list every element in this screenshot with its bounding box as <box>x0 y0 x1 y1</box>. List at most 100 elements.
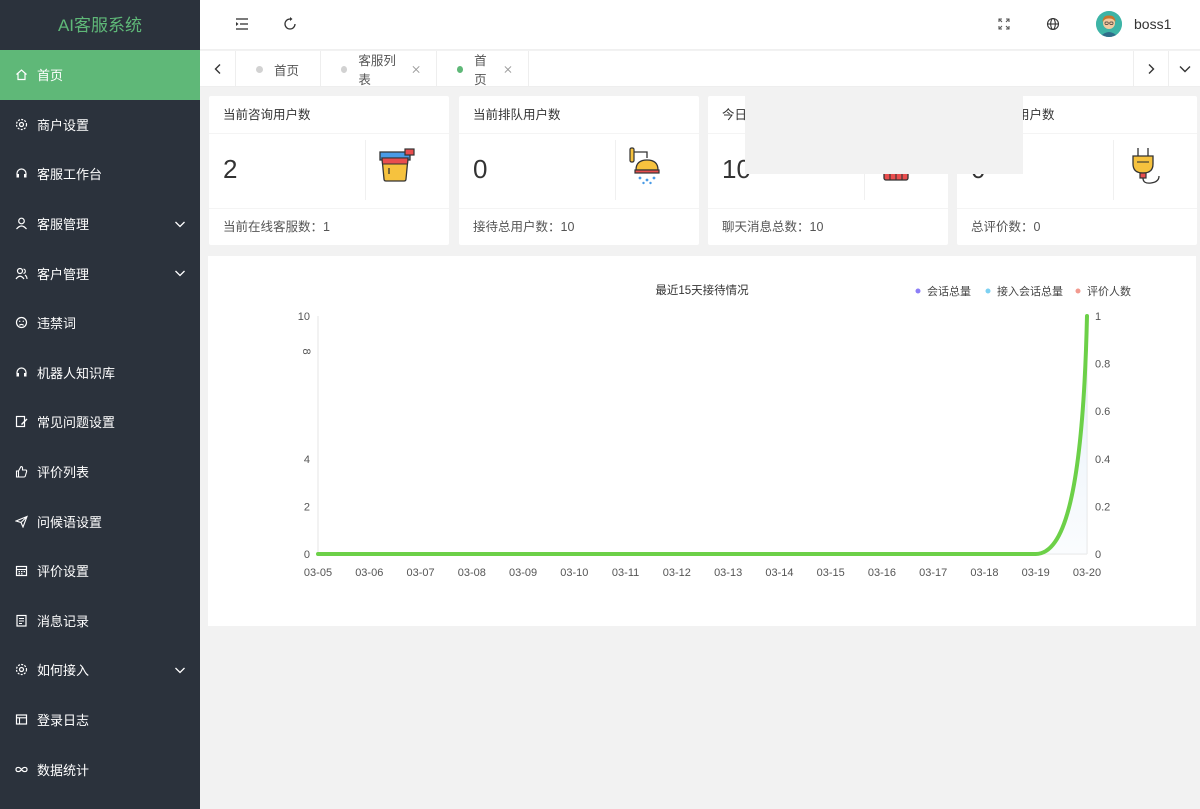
send-icon <box>14 514 28 528</box>
tab-service-list[interactable]: 客服列表 <box>321 51 437 87</box>
x-tick-label: 03-13 <box>714 567 742 579</box>
y-tick-label-left: 2 <box>304 501 310 513</box>
x-tick-label: 03-09 <box>509 567 537 579</box>
card-title: 当前排队用户数 <box>459 96 699 134</box>
chart-title: 最近15天接待情况 <box>655 283 749 297</box>
tab-home-active[interactable]: 首页 <box>437 51 529 87</box>
sidebar-item-label: 客户管理 <box>37 266 90 282</box>
chevron-down-icon <box>175 667 185 674</box>
sidebar-item-8[interactable]: 评价列表 <box>0 447 200 497</box>
close-icon[interactable] <box>412 65 420 74</box>
y-tick-label-left: 0 <box>304 549 310 561</box>
sidebar-menu: 首页 商户设置客服工作台客服管理客户管理违禁词 机器人知识库常见问题设置评价列表问候… <box>0 50 200 794</box>
y-tick-label-right: 0 <box>1095 549 1101 561</box>
chart-panel: 最近15天接待情况 会话总量 接入会话总量 评价人数 10 8 4 2 0 1 0.8 0.6 0.4 0… <box>208 256 1196 626</box>
username[interactable]: boss1 <box>1134 16 1171 32</box>
legend-entry: 评价人数 <box>1087 285 1131 298</box>
x-tick-label: 03-05 <box>304 567 332 579</box>
x-tick-label: 03-10 <box>560 567 588 579</box>
y-tick-label-left: 10 <box>298 311 310 323</box>
sidebar-item-label: 如何接入 <box>37 663 90 679</box>
document-icon <box>14 613 28 627</box>
avatar[interactable] <box>1096 11 1122 37</box>
card-divider <box>1113 140 1114 200</box>
sidebar-item-0[interactable]: 首页 <box>0 50 200 100</box>
sidebar-item-label: 数据统计 <box>37 762 90 778</box>
sidebar-item-3[interactable]: 客服管理 <box>0 199 200 249</box>
sidebar-item-label: 消息记录 <box>37 613 90 629</box>
x-tick-label: 03-06 <box>355 567 383 579</box>
y-tick-label-left: 4 <box>304 454 310 466</box>
series-line-sessions <box>316 314 1089 556</box>
tab-home[interactable]: 首页 <box>236 51 321 87</box>
sidebar-item-9[interactable]: 问候语设置 <box>0 496 200 546</box>
tab-scroll-left-button[interactable] <box>200 51 236 87</box>
sidebar-item-13[interactable]: 登录日志 <box>0 695 200 745</box>
sidebar-item-6[interactable]: 机器人知识库 <box>0 348 200 398</box>
card-divider <box>615 140 616 200</box>
edit-icon <box>14 415 28 429</box>
robot-headset-icon <box>14 365 28 379</box>
x-tick-label: 03-14 <box>765 567 793 579</box>
sidebar-item-2[interactable]: 客服工作台 <box>0 149 200 199</box>
card-footer: 总评价数：0 <box>957 208 1197 245</box>
card-footer: 聊天消息总数：10 <box>708 208 948 245</box>
tab-scroll-right-button[interactable] <box>1133 51 1169 87</box>
x-tick-label: 03-18 <box>970 567 998 579</box>
legend-marker <box>1075 288 1081 294</box>
sidebar-item-label: 客服工作台 <box>37 167 103 183</box>
x-tick-label: 03-07 <box>406 567 434 579</box>
sidebar-item-5[interactable]: 违禁词 <box>0 298 200 348</box>
x-tick-label: 03-20 <box>1073 567 1101 579</box>
sidebar-item-1[interactable]: 商户设置 <box>0 100 200 150</box>
y-tick-label-right: 0.4 <box>1095 454 1110 466</box>
user-icon <box>14 217 28 231</box>
gear-icon <box>14 117 28 131</box>
y-tick-label-left: 8 <box>300 348 312 354</box>
sidebar-item-12[interactable]: 如何接入 <box>0 645 200 695</box>
y-tick-label-right: 0.2 <box>1095 501 1110 513</box>
sidebar-item-label: 客服管理 <box>37 217 90 233</box>
shower-icon <box>629 147 660 185</box>
app-logo[interactable]: AI客服系统 <box>0 0 200 50</box>
x-tick-label: 03-08 <box>458 567 486 579</box>
sidebar: AI客服系统 首页 商户设置客服工作台客服管理客户管理违禁词 机器人知识库常见问题设… <box>0 0 200 809</box>
sidebar-item-label: 常见问题设置 <box>37 415 116 431</box>
tab-label: 首页 <box>474 54 487 87</box>
sidebar-item-14[interactable]: 数据统计 <box>0 744 200 794</box>
stat-card-queue: 当前排队用户数 0 接待总用户数：10 <box>459 96 699 245</box>
x-tick-label: 03-15 <box>817 567 845 579</box>
paint-bucket-icon <box>379 148 415 182</box>
x-tick-label: 03-16 <box>868 567 896 579</box>
x-tick-label: 03-12 <box>663 567 691 579</box>
tab-dropdown-button[interactable] <box>1169 51 1200 87</box>
tab-status-dot <box>341 65 348 73</box>
sidebar-item-label: 登录日志 <box>37 713 90 729</box>
face-icon <box>14 316 28 330</box>
tab-status-dot <box>457 65 464 73</box>
x-tick-label: 03-17 <box>919 567 947 579</box>
chevron-down-icon <box>175 221 185 227</box>
legend-entry: 接入会话总量 <box>997 284 1063 298</box>
infinity-icon <box>14 762 28 776</box>
legend-marker <box>985 288 991 294</box>
fullscreen-icon[interactable] <box>996 16 1012 32</box>
refresh-icon[interactable] <box>282 16 298 32</box>
tab-bar: 首页 客服列表 首页 <box>200 51 1200 87</box>
sidebar-item-10[interactable]: 评价设置 <box>0 546 200 596</box>
thumbs-up-icon <box>14 465 28 479</box>
chevron-down-icon <box>1179 66 1190 73</box>
x-tick-label: 03-19 <box>1022 567 1050 579</box>
sidebar-item-7[interactable]: 常见问题设置 <box>0 397 200 447</box>
close-icon[interactable] <box>504 65 512 74</box>
sidebar-item-label: 问候语设置 <box>37 514 103 530</box>
sidebar-item-4[interactable]: 客户管理 <box>0 248 200 298</box>
tab-label: 客服列表 <box>358 54 396 87</box>
card-footer: 当前在线客服数：1 <box>209 208 449 245</box>
home-icon <box>14 68 28 82</box>
stat-card-consulting: 当前咨询用户数 2 当前在线客服数：1 <box>209 96 449 245</box>
cog-icon <box>14 663 28 677</box>
collapse-menu-icon[interactable] <box>234 16 250 32</box>
globe-icon[interactable] <box>1045 16 1061 32</box>
sidebar-item-11[interactable]: 消息记录 <box>0 596 200 646</box>
